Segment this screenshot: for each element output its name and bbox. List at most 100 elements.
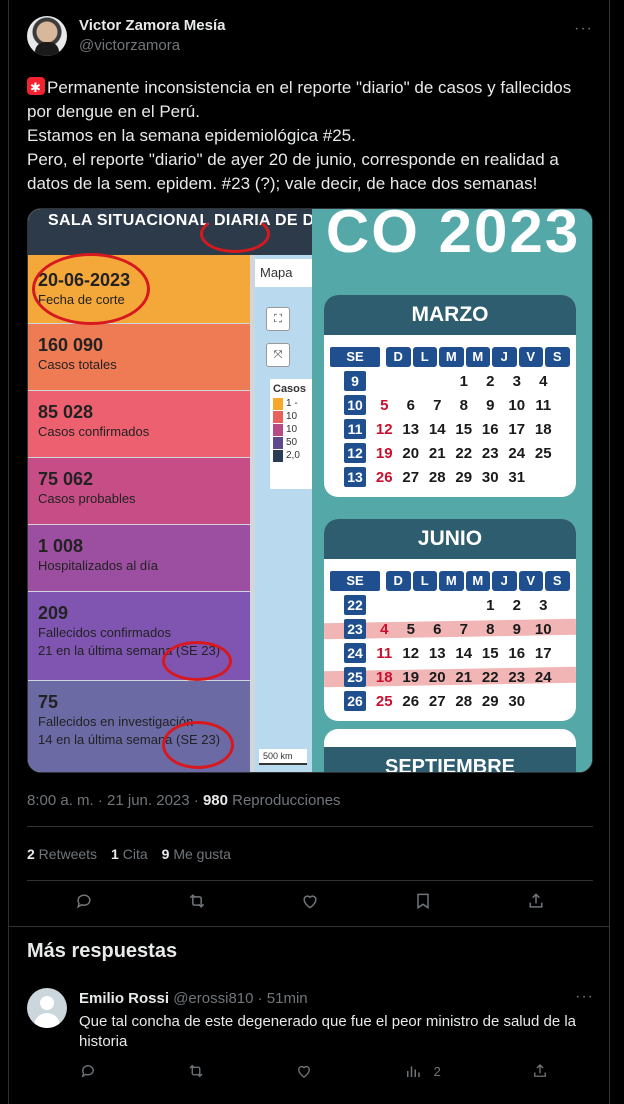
stat-value: 85 028: [38, 402, 94, 422]
weekday-header: L: [412, 347, 437, 367]
calendar-day: 31: [508, 468, 526, 486]
epi-week-number: 10: [344, 395, 366, 415]
author-avatar[interactable]: [27, 16, 67, 56]
reply-author-name[interactable]: Emilio Rossi: [79, 990, 169, 1007]
calendar-day: 16: [481, 420, 499, 438]
tweet-media-image[interactable]: SALA SITUACIONAL DIARIA DE DE 20-06-2023…: [27, 208, 593, 773]
calendar-week-row: 22 1 2 3: [324, 593, 576, 617]
calendar-day: 21: [455, 668, 473, 686]
week-header: SE: [330, 347, 380, 367]
calendar-day: 20: [402, 444, 420, 462]
stat-value: 209: [38, 603, 69, 623]
quotes-stat[interactable]: 1 Cita: [111, 846, 148, 862]
like-icon[interactable]: [299, 890, 321, 912]
weekday-header: L: [412, 571, 437, 591]
calendar-week-row: 11 12 13 14 15 16 17 18: [324, 417, 576, 441]
tweet-actions: [27, 890, 593, 912]
weekday-header: D: [386, 347, 411, 367]
epi-week-number: 9: [344, 371, 366, 391]
more-options-icon[interactable]: ···: [574, 20, 593, 38]
week-header: SE: [330, 571, 380, 591]
reply-actions: 2: [79, 1062, 549, 1080]
calendar-day: 3: [512, 372, 521, 390]
author-handle[interactable]: @victorzamora: [79, 36, 225, 56]
retweet-icon[interactable]: [186, 890, 208, 912]
calendar-day: 13: [428, 644, 446, 662]
reply-more-icon[interactable]: ···: [575, 988, 594, 1006]
reply-retweet-icon[interactable]: [187, 1062, 205, 1080]
calendar-next: SEPTIEMBRE: [324, 729, 576, 772]
tweet-text-line-1: Permanente inconsistencia en el reporte …: [27, 78, 572, 121]
calendar-day: 17: [534, 644, 552, 662]
likes-stat[interactable]: 9 Me gusta: [162, 846, 231, 862]
author-name[interactable]: Victor Zamora Mesía: [79, 16, 225, 36]
calendar-day: 3: [539, 596, 548, 614]
stat-value: 160 090: [38, 335, 104, 355]
more-replies-title: Más respuestas: [27, 940, 178, 962]
calendar-day: 28: [428, 468, 446, 486]
calendar-day: 14: [455, 644, 473, 662]
tweet-author[interactable]: Victor Zamora Mesía @victorzamora: [27, 16, 225, 56]
calendar-day: 11: [376, 644, 393, 662]
calendar-day: 12: [375, 420, 393, 438]
calendar-day: 19: [375, 444, 393, 462]
year-banner: CO 2023: [325, 209, 581, 265]
calendar-day: 4: [539, 372, 548, 390]
share-icon[interactable]: [525, 890, 547, 912]
reply-avatar[interactable]: [27, 988, 67, 1028]
siren-emoji-icon: [27, 76, 45, 100]
calendar-june: JUNIO SE D L M M J V S 22 1 2 3 23 4 5 6 7 8 9 10 24 11 12 13 14…: [324, 519, 576, 721]
reply-like-icon[interactable]: [295, 1062, 313, 1080]
weekday-header: J: [492, 571, 517, 591]
epi-week-number: 13: [344, 467, 366, 487]
weekday-header: V: [518, 347, 543, 367]
epi-week-number: 23: [344, 619, 366, 639]
reply-share-icon[interactable]: [531, 1062, 549, 1080]
retweets-stat[interactable]: 2 Retweets: [27, 846, 97, 862]
reply-icon[interactable]: [73, 890, 95, 912]
calendar-day: 10: [508, 396, 526, 414]
reply-author-handle[interactable]: @erossi810 · 51min: [173, 990, 307, 1007]
calendar-day: 4: [380, 620, 389, 638]
reply-text: Que tal concha de este degenerado que fu…: [79, 1013, 577, 1050]
calendar-day: 25: [534, 444, 552, 462]
legend-item: 1 -: [273, 397, 312, 410]
reply-views[interactable]: 2: [404, 1062, 441, 1080]
tweet-timestamp[interactable]: 8:00 a. m. · 21 jun. 2023 ·: [27, 792, 203, 809]
calendar-day: 24: [508, 444, 526, 462]
calendar-day: 5: [406, 620, 415, 638]
calendar-day: 30: [508, 692, 526, 710]
views-icon: [406, 1066, 420, 1077]
stat-value: 75 062: [38, 469, 94, 489]
calendar-day: 18: [375, 668, 393, 686]
calendar-day: 22: [481, 668, 499, 686]
map-tab: Mapa: [255, 259, 312, 287]
calendar-week-row: 12 19 20 21 22 23 24 25: [324, 441, 576, 465]
stat-card: 75 062 Casos probables: [28, 458, 250, 524]
reply-reply-icon[interactable]: [79, 1062, 97, 1080]
stat-label: Casos confirmados: [38, 424, 150, 439]
legend-title: Casos: [273, 383, 307, 395]
epi-week-number: 11: [344, 419, 366, 439]
calendar-week-row: 24 11 12 13 14 15 16 17: [324, 641, 576, 665]
calendar-week-row: 13 26 27 28 29 30 31: [324, 465, 576, 489]
epi-week-number: 26: [344, 691, 366, 711]
red-circle-annotation: [200, 215, 270, 253]
tweet-meta: 8:00 a. m. · 21 jun. 2023 · 980 Reproduc…: [27, 792, 341, 809]
calendar-day: 8: [486, 620, 495, 638]
epi-week-number: 12: [344, 443, 366, 463]
epi-week-number: 22: [344, 595, 366, 615]
weekday-header: M: [439, 571, 464, 591]
calendar-day: 15: [481, 644, 499, 662]
map-legend: Casos 1 -10 10 50 2,0: [270, 379, 312, 489]
calendar-day: 9: [486, 396, 495, 414]
bookmark-icon[interactable]: [412, 890, 434, 912]
calendar-day: 6: [406, 396, 415, 414]
calendar-day: 7: [433, 396, 442, 414]
calendar-day: 22: [455, 444, 473, 462]
red-circle-annotation: [162, 721, 234, 769]
calendar-march: MARZO SE D L M M J V S 9 1 2 3 4 10 5 6 7 8 9 10 11 11 12 13 14 1…: [324, 295, 576, 497]
views-count: 980: [202, 792, 228, 809]
calendar-day: 16: [508, 644, 526, 662]
dashboard-panel: SALA SITUACIONAL DIARIA DE DE 20-06-2023…: [28, 209, 312, 772]
